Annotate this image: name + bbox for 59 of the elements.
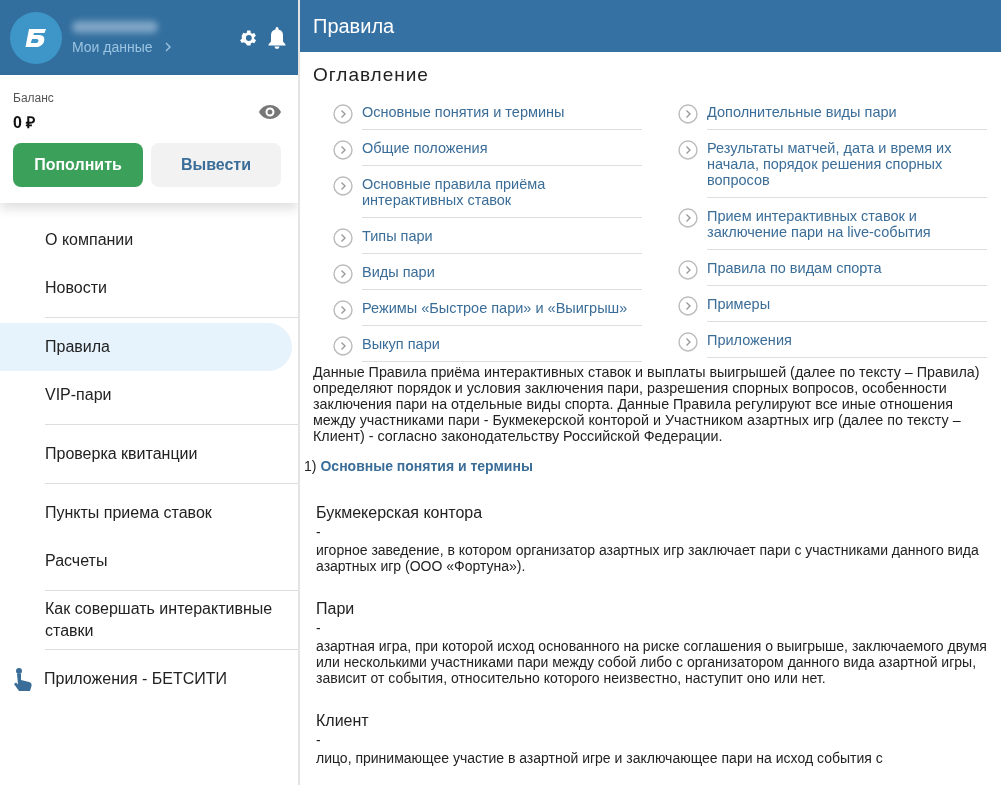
term-definition: игорное заведение, в котором организатор азартных игр заключает пари с участниками данного вида азартных игр (ООО «Фортуна»).	[316, 542, 980, 574]
section-link[interactable]: Основные понятия и термины	[320, 458, 533, 474]
logo-icon	[10, 11, 62, 64]
sidebar-item[interactable]: Пункты приема ставок	[0, 489, 292, 537]
toc-link[interactable]: Правила по видам спорта	[707, 256, 987, 286]
term-definition: лицо, принимающее участие в азартной игре и заключающее пари на исход события с	[316, 750, 884, 766]
toc-link[interactable]: Общие положения	[362, 136, 642, 166]
sidebar-item[interactable]: Проверка квитанции	[0, 430, 292, 478]
toc-link[interactable]: Приложения	[707, 328, 987, 358]
withdraw-button[interactable]: Вывести	[151, 143, 281, 187]
chevron-circle-icon	[333, 300, 353, 320]
chevron-circle-icon	[333, 264, 353, 284]
eye-icon[interactable]	[259, 105, 281, 119]
toc-link[interactable]: Типы пари	[362, 224, 642, 254]
term-title: Клиент	[316, 712, 370, 730]
chevron-circle-icon	[333, 104, 353, 124]
toc-link[interactable]: Основные понятия и термины	[362, 100, 642, 130]
toc-link[interactable]: Виды пари	[362, 260, 642, 290]
section-number: 1)	[304, 458, 317, 474]
chevron-circle-icon	[333, 336, 353, 356]
chevron-right-icon	[164, 41, 171, 52]
toc-link[interactable]: Примеры	[707, 292, 987, 322]
sidebar-item[interactable]: VIP-пари	[0, 371, 292, 419]
chevron-circle-icon	[678, 332, 698, 352]
sidebar-item[interactable]: О компании	[0, 216, 292, 264]
toc-link[interactable]: Основные правила приёма интерактивных ставок	[362, 172, 642, 218]
chevron-circle-icon	[678, 208, 698, 228]
toc-title: Оглавление	[313, 64, 430, 86]
balance-amount: 0 ₽	[13, 113, 37, 133]
tap-icon	[12, 667, 34, 691]
bell-icon[interactable]	[268, 26, 286, 49]
deposit-button[interactable]: Пополнить	[13, 143, 143, 187]
dash: -	[316, 620, 322, 636]
term-definition: азартная игра, при которой исход основанного на риске соглашения о выигрыше, заключаемого двумя или несколькими участниками пари между собой либо с организатором данного вида азартной игры, зависит от события, относительно которого неизвестно, наступит оно или нет.	[316, 638, 987, 686]
chevron-circle-icon	[678, 104, 698, 124]
profile-link[interactable]: Мои данные	[72, 38, 228, 55]
chevron-circle-icon	[333, 140, 353, 160]
dash: -	[316, 732, 322, 748]
term-title: Пари	[316, 600, 356, 618]
sidebar-item[interactable]: Правила	[0, 323, 292, 371]
chevron-circle-icon	[333, 176, 353, 196]
term-title: Букмекерская контора	[316, 504, 484, 522]
toc-link[interactable]: Результаты матчей, дата и время их начала, порядок решения спорных вопросов	[707, 136, 987, 198]
chevron-circle-icon	[678, 140, 698, 160]
sidebar-item[interactable]: Расчеты	[0, 537, 292, 585]
chevron-circle-icon	[678, 296, 698, 316]
intro-paragraph: Данные Правила приёма интерактивных ставок и выплаты выигрышей (далее по тексту – Правила) определяют порядок и условия заключения пари, разрешения спорных вопросов, особенности заключения пари на отдельные виды спорта. Данные Правила регулируют все иные отношения между участниками пари - Букмекерской конторой и Участником азартных игр (далее по тексту – Клиент) - согласно законодательству Российской Федерации.	[313, 364, 981, 444]
balance-label: Баланс	[13, 91, 54, 105]
toc-link[interactable]: Режимы «Быстрое пари» и «Выигрыш»	[362, 296, 642, 326]
toc-link[interactable]: Выкуп пари	[362, 332, 642, 362]
toc-link[interactable]: Прием интерактивных ставок и заключение пари на live-события	[707, 204, 987, 250]
toc-link[interactable]: Дополнительные виды пари	[707, 100, 987, 130]
sidebar-item[interactable]: Новости	[0, 264, 292, 312]
page-title: Правила	[300, 0, 1001, 52]
dash: -	[316, 524, 322, 540]
sidebar-item[interactable]: Приложения - БЕТСИТИ	[0, 655, 292, 703]
chevron-circle-icon	[333, 228, 353, 248]
sidebar-item[interactable]: Как совершать интерактивные ставки	[0, 596, 292, 644]
chevron-circle-icon	[678, 260, 698, 280]
